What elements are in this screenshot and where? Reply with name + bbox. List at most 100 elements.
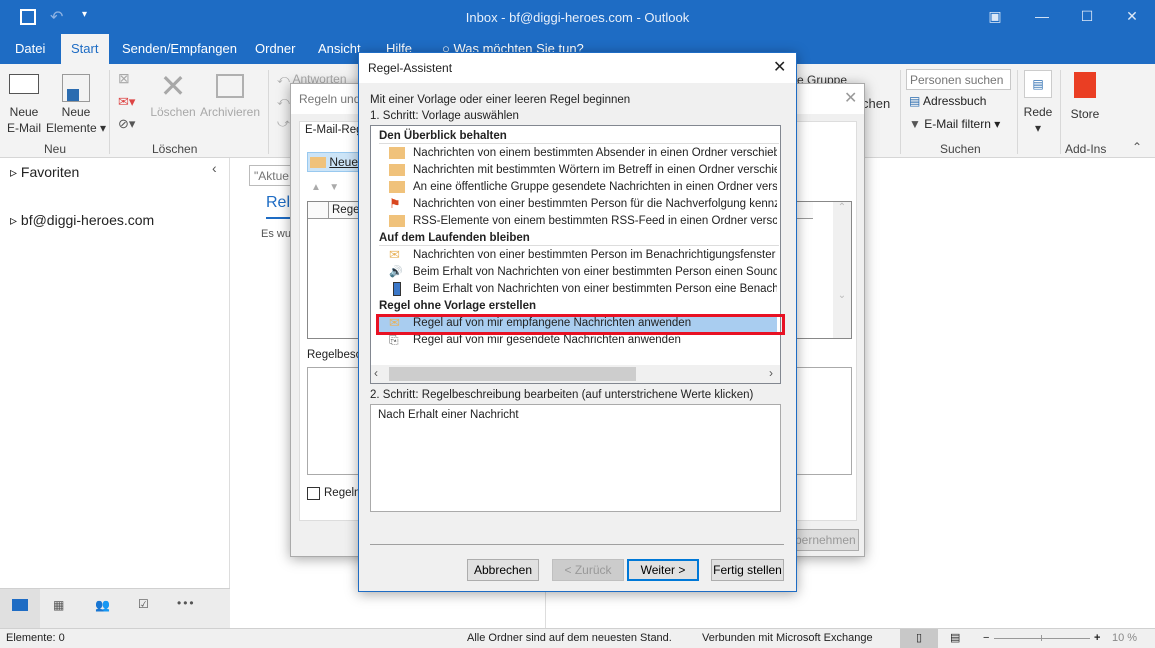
horizontal-scrollbar[interactable]: ‹ › (371, 365, 780, 383)
ribbon-display-icon[interactable]: ▣ (985, 8, 1005, 25)
speech-button[interactable]: ▤ Rede ▾ (1022, 70, 1054, 136)
group-separator (1060, 70, 1061, 154)
title-bar: ↶ ▾ Inbox - bf@diggi-heroes.com - Outloo… (0, 0, 1155, 34)
group-label-add-ins: Add-Ins (1065, 142, 1107, 156)
filter-email-label: E-Mail filtern (924, 117, 991, 131)
tab-ordner[interactable]: Ordner (245, 34, 305, 64)
move-folder-icon (389, 146, 405, 159)
template-list[interactable]: Den Überblick behalten Nachrichten von e… (370, 125, 781, 384)
favorites-folder[interactable]: ▹ Favoriten (10, 164, 79, 181)
group-separator (900, 70, 901, 154)
store-button[interactable]: Store (1065, 72, 1105, 122)
scroll-right-icon[interactable]: › (769, 366, 773, 380)
tab-start[interactable]: Start (61, 34, 109, 64)
list-item-label: An eine öffentliche Gruppe gesendete Nac… (413, 181, 777, 193)
archive-button[interactable]: Archivieren (198, 74, 262, 120)
more-icon[interactable]: ••• (177, 596, 196, 610)
group-separator (268, 70, 269, 154)
close-icon[interactable]: ✕ (773, 57, 786, 77)
apply-rules-checkbox[interactable] (307, 487, 320, 500)
list-item[interactable]: An eine öffentliche Gruppe gesendete Nac… (379, 179, 777, 196)
minimize-icon[interactable]: — (1032, 8, 1052, 24)
list-item-label: Beim Erhalt von Nachrichten von einer be… (413, 266, 777, 278)
list-item-label: Beim Erhalt von Nachrichten von einer be… (413, 283, 777, 295)
list-item-label: Nachrichten mit bestimmten Wörtern im Be… (413, 164, 777, 176)
people-icon[interactable]: 👥 (95, 598, 110, 612)
delete-x-icon: ✕ (159, 68, 187, 104)
nav-mail[interactable] (0, 589, 40, 628)
envelope-icon (9, 74, 39, 94)
archive-label: Archivieren (199, 105, 261, 119)
tab-senden-empfangen[interactable]: Senden/Empfangen (112, 34, 247, 64)
flag-icon: ⚑ (389, 196, 401, 211)
close-icon[interactable]: ✕ (1122, 8, 1142, 25)
filter-email-button[interactable]: ▼ E-Mail filtern ▾ (909, 117, 1000, 131)
step2-label: 2. Schritt: Regelbeschreibung bearbeiten… (370, 389, 754, 401)
window-title: Inbox - bf@diggi-heroes.com - Outlook (465, 10, 690, 25)
status-bar: Elemente: 0 Alle Ordner sind auf dem neu… (0, 628, 1155, 648)
group-separator (1017, 70, 1018, 154)
next-button[interactable]: Weiter > (627, 559, 699, 581)
scroll-left-icon[interactable]: ‹ (374, 366, 378, 380)
tab-datei[interactable]: Datei (5, 34, 55, 64)
account-folder[interactable]: ▹ bf@diggi-heroes.com (10, 212, 154, 229)
maximize-icon[interactable]: ☐ (1077, 8, 1097, 25)
rule-description-box[interactable]: Nach Erhalt einer Nachricht (370, 404, 781, 512)
new-items-button[interactable]: Neue Elemente ▾ (45, 74, 107, 136)
apply-rules-label: Regeln (324, 487, 361, 499)
zoom-in-icon[interactable]: + (1094, 629, 1100, 647)
collapse-ribbon-icon[interactable]: ⌃ (1132, 140, 1142, 154)
list-item-label: Regel auf von mir gesendete Nachrichten … (413, 334, 681, 346)
list-item[interactable]: Nachrichten von einem bestimmten Absende… (379, 145, 777, 162)
archive-icon (216, 74, 244, 98)
zoom-out-icon[interactable]: − (983, 629, 989, 647)
ignore-icon[interactable]: ⊠ (118, 70, 130, 87)
new-rule-label: Neue (329, 155, 359, 169)
rules-scrollbar[interactable]: ⌃ ⌄ (833, 202, 851, 338)
zoom-slider-thumb[interactable] (1041, 635, 1042, 641)
delete-label: Löschen (150, 105, 196, 119)
junk-icon[interactable]: ⊘▾ (118, 116, 135, 132)
group-label-neu: Neu (44, 142, 67, 156)
step1-label: 1. Schritt: Vorlage auswählen (370, 110, 519, 122)
cancel-button[interactable]: Abbrechen (467, 559, 539, 581)
tab-email-rules[interactable]: E-Mail-Reg (305, 124, 363, 136)
reading-view-icon[interactable]: ▤ (950, 629, 960, 647)
scrollbar-thumb[interactable] (389, 367, 636, 381)
back-button[interactable]: < Zurück (552, 559, 624, 581)
list-item[interactable]: ✉ Nachrichten von einer bestimmten Person… (379, 247, 777, 264)
collapse-pane-icon[interactable]: ‹ (212, 160, 217, 176)
list-item[interactable]: RSS-Elemente von einem bestimmten RSS-Fe… (379, 213, 777, 230)
wizard-title: Regel-Assistent (368, 61, 453, 75)
address-book-label: Adressbuch (923, 94, 987, 108)
list-item[interactable]: Beim Erhalt von Nachrichten von einer be… (379, 281, 777, 298)
finish-button[interactable]: Fertig stellen (711, 559, 784, 581)
zoom-slider[interactable] (994, 638, 1090, 639)
forward-icon[interactable]: ⤻ (277, 116, 290, 131)
normal-view-icon[interactable]: ▯ (900, 629, 938, 648)
mail-icon (12, 599, 28, 611)
favorites-label: Favoriten (20, 164, 80, 180)
cleanup-icon[interactable]: ✉▾ (118, 94, 135, 110)
reply-all-icon[interactable]: ⤺ (277, 94, 290, 109)
delete-button[interactable]: ✕ Löschen (150, 68, 196, 120)
list-item[interactable]: ⚑ Nachrichten von einer bestimmten Person… (379, 196, 777, 213)
store-bag-icon (1074, 72, 1096, 98)
new-email-button[interactable]: Neue E-Mail (4, 74, 44, 136)
folder-pane: ▹ Favoriten ‹ ▹ bf@diggi-heroes.com (0, 158, 230, 588)
rule-description-label: Regelbesc (307, 349, 362, 361)
group-header: Auf dem Laufenden bleiben (379, 230, 779, 246)
new-items-label-1: Neue (61, 105, 91, 119)
calendar-icon[interactable]: ▦ (53, 598, 64, 612)
address-book-button[interactable]: ▤ Adressbuch (909, 94, 986, 108)
rules-wizard-dialog: Regel-Assistent ✕ Mit einer Vorlage oder… (358, 52, 797, 592)
search-people-input[interactable] (906, 69, 1011, 90)
list-item-label: Nachrichten von einem bestimmten Absende… (413, 147, 777, 159)
move-up-icon[interactable]: ▲ ▼ (311, 182, 339, 193)
tasks-icon[interactable]: ☑ (138, 597, 149, 611)
list-item[interactable]: Nachrichten mit bestimmten Wörtern im Be… (379, 162, 777, 179)
funnel-icon: ▼ (909, 117, 925, 131)
move-folder-icon (389, 214, 405, 227)
close-icon[interactable]: ✕ (844, 88, 857, 108)
list-item[interactable]: 🔊 Beim Erhalt von Nachrichten von einer b… (379, 264, 777, 281)
